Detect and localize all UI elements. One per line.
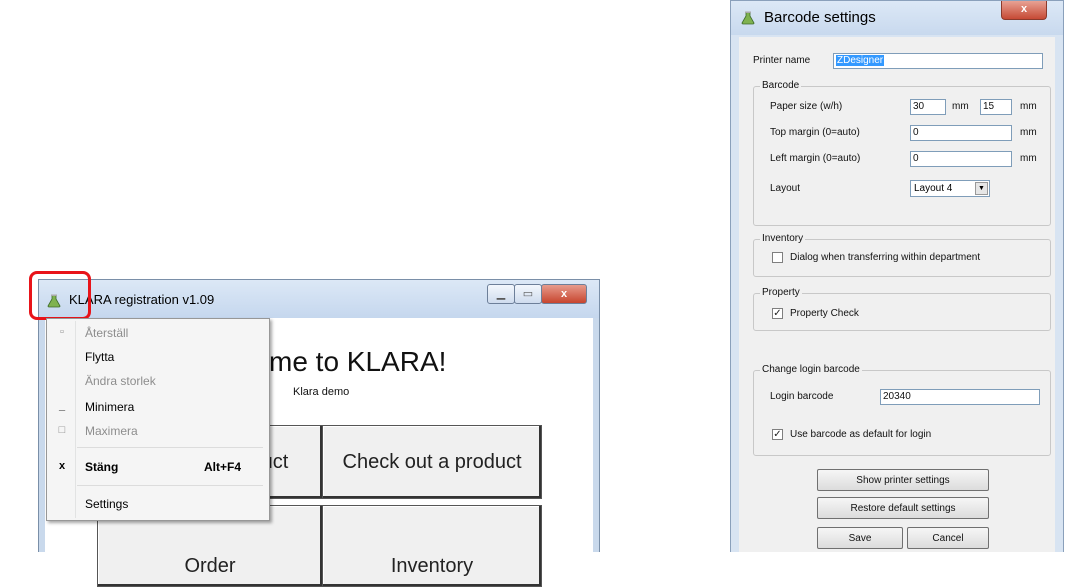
paper-size-label: Paper size (w/h): [770, 101, 843, 112]
close-icon: x: [58, 460, 66, 472]
paper-height-unit: mm: [1020, 101, 1037, 112]
system-menu: ▫ Återställ Flytta Ändra storlek _ Minim…: [46, 318, 270, 521]
property-group-label: Property: [760, 287, 802, 298]
checkout-product-label: Check out a product: [342, 450, 522, 473]
restore-icon: ▫: [60, 326, 64, 338]
cancel-button[interactable]: Cancel: [907, 527, 989, 549]
show-printer-settings-label: Show printer settings: [856, 474, 950, 486]
top-margin-label: Top margin (0=auto): [770, 127, 860, 138]
minimize-icon: _: [58, 400, 66, 412]
chevron-down-icon[interactable]: ▼: [975, 182, 988, 195]
menu-item-label: Minimera: [85, 400, 135, 414]
welcome-heading: me to KLARA!: [269, 346, 447, 377]
close-button[interactable]: x: [541, 284, 587, 304]
barcode-window-title: Barcode settings: [764, 9, 876, 26]
maximize-icon: ▭: [522, 288, 534, 300]
paper-height-field[interactable]: 15: [980, 99, 1012, 115]
menu-separator: [77, 485, 263, 486]
login-barcode-label: Login barcode: [770, 391, 834, 402]
save-label: Save: [848, 532, 872, 544]
menu-item-close[interactable]: x Stäng Alt+F4: [47, 455, 269, 479]
maximize-button[interactable]: ▭: [514, 284, 542, 304]
close-button[interactable]: x: [1001, 1, 1047, 20]
menu-item-label: Återställ: [85, 326, 129, 340]
close-icon: x: [1020, 3, 1028, 15]
use-default-checkbox[interactable]: ✓: [772, 429, 783, 440]
barcode-group-label: Barcode: [760, 80, 802, 91]
restore-default-settings-button[interactable]: Restore default settings: [817, 497, 989, 519]
save-button[interactable]: Save: [817, 527, 903, 549]
menu-separator: [77, 447, 263, 448]
menu-item-shortcut: Alt+F4: [204, 460, 242, 474]
menu-item-resize[interactable]: Ändra storlek: [47, 369, 269, 393]
minimize-button[interactable]: ▁: [487, 284, 515, 304]
dialog-transfer-label: Dialog when transferring within departme…: [790, 252, 981, 263]
barcode-group: Barcode Paper size (w/h) 30 mm 15 mm Top…: [753, 80, 1051, 226]
menu-item-label: Settings: [85, 497, 129, 511]
left-margin-unit: mm: [1020, 153, 1037, 164]
property-group: Property ✓ Property Check: [753, 287, 1051, 331]
layout-label: Layout: [770, 183, 801, 194]
show-printer-settings-button[interactable]: Show printer settings: [817, 469, 989, 491]
printer-name-label: Printer name: [753, 55, 811, 66]
left-margin-field[interactable]: 0: [910, 151, 1012, 167]
menu-item-label: Flytta: [85, 350, 115, 364]
cancel-label: Cancel: [932, 532, 964, 544]
dialog-transfer-checkbox[interactable]: [772, 252, 783, 263]
barcode-settings-window: Barcode settings x Printer name ZDesigne…: [730, 0, 1064, 552]
menu-item-restore[interactable]: ▫ Återställ: [47, 321, 269, 345]
printer-name-field[interactable]: ZDesigner: [833, 53, 1043, 69]
menu-item-settings[interactable]: Settings: [47, 492, 269, 516]
menu-item-label: Ändra storlek: [85, 374, 156, 388]
login-barcode-field[interactable]: 20340: [880, 389, 1040, 405]
minimize-icon: ▁: [496, 288, 506, 300]
printer-name-value: ZDesigner: [836, 55, 885, 66]
highlight-box: [29, 271, 91, 320]
inventory-button[interactable]: Inventory: [322, 505, 542, 587]
restore-default-settings-label: Restore default settings: [850, 502, 956, 514]
menu-item-minimize[interactable]: _ Minimera: [47, 395, 269, 419]
barcode-titlebar[interactable]: Barcode settings x: [731, 1, 1063, 35]
paper-width-field[interactable]: 30: [910, 99, 946, 115]
maximize-icon: □: [58, 424, 66, 436]
inventory-group: Inventory Dialog when transferring withi…: [753, 233, 1051, 277]
menu-item-label: Stäng: [85, 460, 119, 474]
use-default-label: Use barcode as default for login: [790, 429, 932, 440]
inventory-group-label: Inventory: [760, 233, 806, 244]
order-label: Order: [184, 554, 236, 577]
layout-select[interactable]: Layout 4 ▼: [910, 180, 990, 197]
login-barcode-group-label: Change login barcode: [760, 364, 862, 375]
klara-subtitle: Klara demo: [293, 386, 350, 398]
inventory-label: Inventory: [390, 554, 474, 577]
checkout-product-button[interactable]: Check out a product: [322, 425, 542, 499]
property-check-checkbox[interactable]: ✓: [772, 308, 783, 319]
paper-width-unit: mm: [952, 101, 969, 112]
login-barcode-group: Change login barcode Login barcode 20340…: [753, 364, 1051, 456]
menu-item-move[interactable]: Flytta: [47, 345, 269, 369]
top-margin-field[interactable]: 0: [910, 125, 1012, 141]
klara-titlebar[interactable]: KLARA registration v1.09 ▁ ▭ x: [39, 280, 599, 318]
top-margin-unit: mm: [1020, 127, 1037, 138]
left-margin-label: Left margin (0=auto): [770, 153, 861, 164]
barcode-client-area: Printer name ZDesigner Barcode Paper siz…: [739, 37, 1055, 552]
flask-icon[interactable]: [741, 11, 755, 25]
menu-item-label: Maximera: [85, 424, 138, 438]
layout-select-value: Layout 4: [914, 183, 953, 194]
close-icon: x: [560, 288, 568, 300]
menu-item-maximize[interactable]: □ Maximera: [47, 419, 269, 443]
property-check-label: Property Check: [790, 308, 859, 319]
